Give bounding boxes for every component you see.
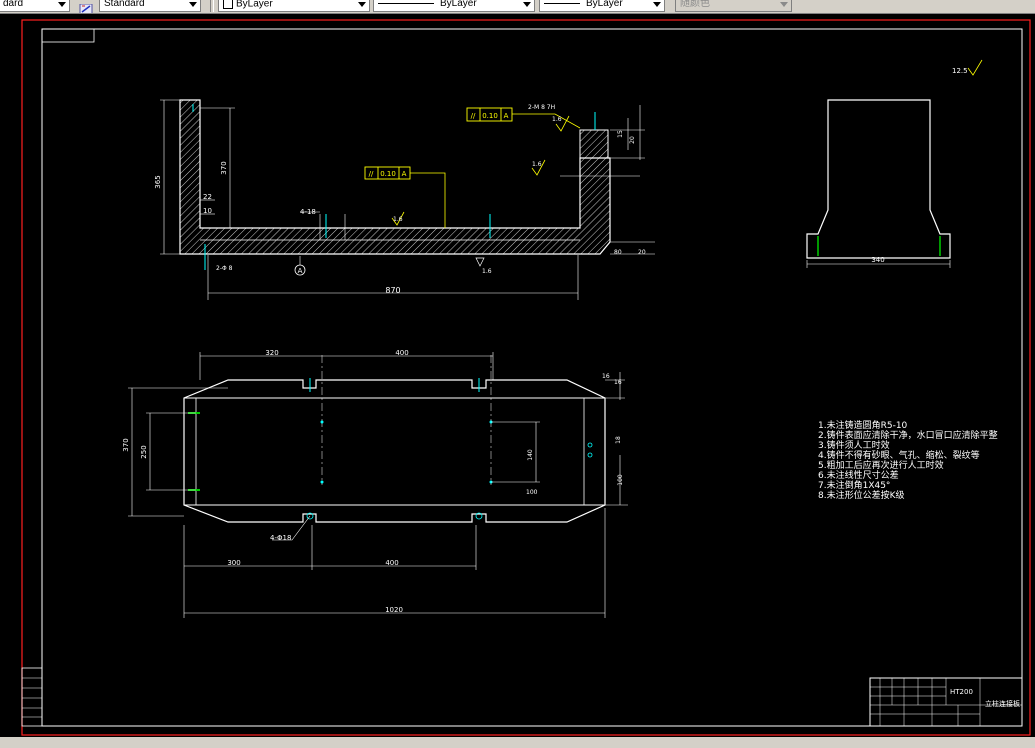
roughness-2: 1.6 [532,161,542,168]
chevron-down-icon [780,2,788,7]
linetype-preview-icon [378,2,434,4]
dim-right-2: 15 [617,130,624,138]
dim-right-1: 20 [629,136,636,144]
chevron-down-icon [358,2,366,7]
flatness-1-value: 0.10 [380,170,396,178]
dim-small-2: 10 [203,207,212,215]
tech-note-5: 5.粗加工后应再次进行人工时效 [818,459,944,471]
dim-small-1: 22 [203,193,212,201]
dim-height-total: 365 [154,175,162,188]
top-dim-right-5: 18 [615,436,622,444]
revision-table [21,667,43,727]
technical-notes: 1.未注铸造圆角R5-10 2.铸件表面应清除干净，水口冒口应清除平整 3.铸件… [818,419,998,501]
tech-note-2: 2.铸件表面应清除干净，水口冒口应清除平整 [818,429,998,441]
dimension-style-dropdown[interactable]: Standard [99,0,201,12]
flatness-2-ref: A [504,112,509,120]
drawing-number-box [41,28,95,43]
side-view-outline [806,99,951,259]
top-dim-right-4: 16 [614,379,622,386]
tech-note-7: 7.未注倒角1X45° [818,479,890,491]
lineweight-value: ByLayer [586,0,623,9]
svg-text:100: 100 [617,474,624,486]
flatness-1-symbol: // [369,170,374,178]
dimension-style-icon[interactable] [79,0,93,13]
status-bar [0,737,1035,748]
plot-style-dropdown[interactable]: 随颜色 [675,0,792,12]
roughness-3: 1.6 [552,116,562,123]
linetype-value: ByLayer [440,0,477,9]
roughness-4: 1.6 [482,268,492,275]
tech-note-8: 8.未注形位公差按K级 [818,489,905,501]
front-view: A 1.6 365 370 22 10 870 4-18 2-Φ 8 20 15… [154,99,655,300]
top-dim-2: 400 [395,349,408,357]
top-hole-label: 4-Φ18 [270,534,291,542]
lineweight-dropdown[interactable]: ByLayer [539,0,665,12]
flatness-2-symbol: // [471,112,476,120]
top-dim-right-3: 16 [602,373,610,380]
top-dim-1: 320 [265,349,278,357]
chevron-down-icon [58,2,66,7]
general-roughness: 12.5 [952,67,968,75]
title-block: HT200 立柱连接板 [869,677,1023,727]
dim-hole: 4-18 [300,208,316,216]
front-view-boss [579,129,609,159]
dim-length: 870 [385,286,400,295]
roughness-1: 1.6 [393,216,403,223]
top-dim-bottom-1: 300 [227,559,240,567]
tech-note-6: 6.未注线性尺寸公差 [818,469,899,481]
chevron-down-icon [189,2,197,7]
flatness-frame-2: // 0.10 A [466,107,581,129]
tech-note-4: 4.铸件不得有砂眼、气孔、缩松、裂纹等 [818,449,980,461]
color-dropdown[interactable]: ByLayer [218,0,370,12]
color-swatch-icon [223,0,233,9]
top-dim-left-outer: 370 [122,438,130,451]
top-dim-left-inner: 250 [140,445,148,458]
flatness-1-ref: A [402,170,407,178]
drawing-canvas[interactable]: A 1.6 365 370 22 10 870 4-18 2-Φ 8 20 15… [0,14,1035,748]
top-dim-bottom-2: 400 [385,559,398,567]
color-value: ByLayer [236,0,273,10]
top-view-outline [183,379,606,523]
text-style-value: dard [3,0,24,9]
dimension-style-value: Standard [104,0,145,9]
side-dim-width: 340 [871,256,884,264]
top-dim-total: 1020 [385,606,403,614]
toolbar-separator [210,0,214,12]
flatness-2-value: 0.10 [482,112,498,120]
title-part-name: 立柱连接板 [985,699,1020,708]
chevron-down-icon [523,2,531,7]
top-dim-right-2: 100 [526,489,538,496]
top-view: 320 400 300 400 1020 370 250 140 100 16 … [122,349,628,618]
properties-toolbar: dard Standard ByLayer ByLayer ByLayer 随颜… [0,0,1035,14]
side-view: 340 12.5 [806,59,983,268]
dim-bottom-note: 2-Φ 8 [216,265,233,272]
plot-style-value: 随颜色 [680,0,710,9]
text-style-dropdown[interactable]: dard [0,0,70,12]
top-dim-right-1: 140 [527,449,534,461]
tech-note-3: 3.铸件须人工时效 [818,439,890,451]
flatness-frame-1: // 0.10 A [364,166,446,228]
dim-height-inner: 370 [220,161,228,174]
linetype-dropdown[interactable]: ByLayer [373,0,535,12]
dim-right-4: 20 [638,249,646,256]
chevron-down-icon [653,2,661,7]
datum-label: A [298,267,303,275]
title-material: HT200 [950,688,973,696]
sheet-border-outer [21,19,1031,736]
tech-note-1: 1.未注铸造圆角R5-10 [818,419,908,431]
lineweight-preview-icon [544,2,580,4]
thread-note: 2-M 8 7H [528,104,555,111]
dim-right-3: 80 [614,249,622,256]
